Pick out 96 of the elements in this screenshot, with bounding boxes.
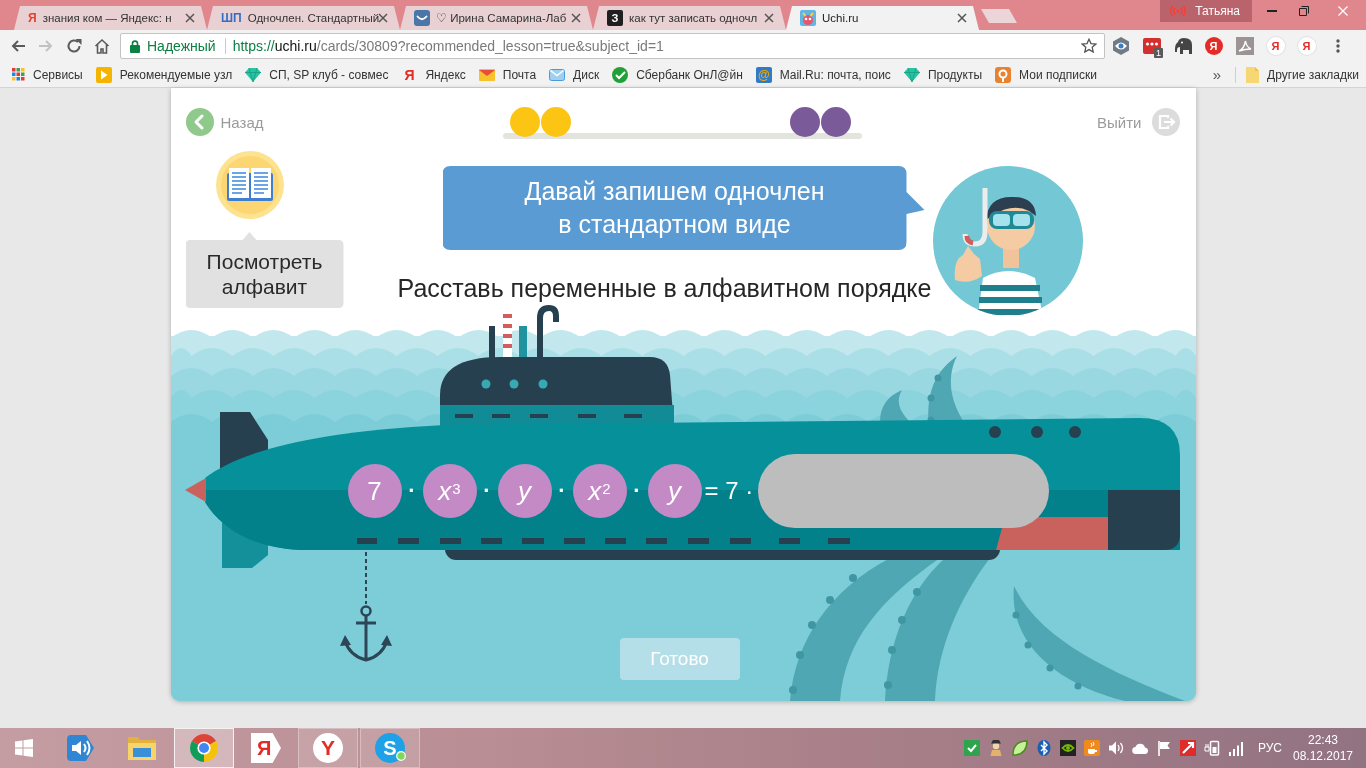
chevron-left-icon	[185, 108, 214, 136]
flag-icon[interactable]	[1155, 740, 1172, 756]
bookmark-item[interactable]: Почта	[472, 63, 543, 86]
bookmark-item[interactable]: СП, SP клуб - совмес	[239, 63, 395, 86]
minimize-icon	[1267, 10, 1277, 12]
folder-icon	[1246, 66, 1260, 83]
status-dot-icon	[396, 751, 406, 761]
bookmark-item[interactable]: @ Mail.Ru: почта, поис	[749, 63, 897, 86]
multiply-sign: ·	[632, 478, 642, 504]
multiply-sign: ·	[407, 478, 417, 504]
book-icon	[215, 151, 284, 219]
multiply-sign: ·	[482, 478, 492, 504]
ring-logo-icon	[189, 733, 219, 763]
instruction-text: Расставь переменные в алфавитном порядке	[397, 273, 932, 303]
browser-tab[interactable]: З как тут записать одночл	[593, 6, 786, 30]
speaker-icon[interactable]	[1107, 740, 1124, 756]
signal-waves-icon	[1170, 5, 1187, 17]
leaf-icon[interactable]	[1011, 740, 1028, 756]
close-icon[interactable]	[378, 13, 388, 23]
bluetooth-icon[interactable]	[1035, 740, 1052, 756]
favicon-letter: З	[607, 10, 623, 26]
close-icon[interactable]	[571, 13, 581, 23]
arrow-tile-icon[interactable]	[1179, 740, 1196, 756]
browser-tab[interactable]: ШП Одночлен. Стандартный	[207, 6, 400, 30]
letter-logo[interactable]: Я	[1204, 37, 1223, 55]
badge-count: 1	[1154, 48, 1163, 58]
gem-icon	[245, 67, 262, 82]
letter-logo: S	[375, 733, 405, 763]
speaker-icon	[65, 733, 95, 763]
close-icon[interactable]	[764, 13, 774, 23]
battery-icon[interactable]	[1203, 740, 1220, 756]
four-panes-icon[interactable]	[15, 739, 33, 757]
eye-icon[interactable]	[1111, 37, 1130, 55]
home-icon[interactable]	[94, 38, 110, 54]
browser-tab[interactable]: ♡ Ирина Самарина-Лаб	[400, 6, 593, 30]
eye-tile-icon[interactable]	[1059, 740, 1076, 756]
favicon-letter: Я	[28, 10, 37, 26]
letter-logo[interactable]: Я	[1266, 37, 1285, 55]
close-icon	[1338, 6, 1348, 16]
dots-tile-icon[interactable]	[1142, 38, 1161, 54]
tentacle-drawing	[879, 390, 910, 422]
bookmark-item[interactable]: Рекомендуемые узл	[89, 63, 239, 86]
elephant-icon[interactable]	[1173, 38, 1192, 54]
bookmark-item[interactable]: Диск	[543, 63, 606, 86]
lock-icon	[130, 39, 140, 53]
favicon-letter: ШП	[221, 10, 242, 26]
clock-time[interactable]: 22:43	[1308, 732, 1338, 748]
restore-icon	[1299, 6, 1309, 16]
taskbar-app-button[interactable]: Y	[298, 728, 358, 768]
site-logo-icon	[800, 10, 816, 26]
url-text: https://uchi.ru/cards/30809?recommended_lesson=true&subject_id=1	[232, 38, 664, 54]
cup-tile-icon[interactable]	[1083, 740, 1100, 756]
browser-tab[interactable]: Uchi.ru	[786, 6, 979, 30]
site-logo-icon	[414, 10, 430, 26]
apps-grid-icon	[12, 68, 25, 81]
browser-tab[interactable]: Я знания ком — Яндекс: н	[14, 6, 207, 30]
signal-icon[interactable]	[1227, 740, 1244, 756]
bookmark-item[interactable]: Продукты	[897, 63, 989, 86]
pin-tile-icon	[995, 66, 1012, 83]
bookmark-item[interactable]: Мои подписки	[989, 63, 1103, 86]
profile-button[interactable]: Татьяна	[1160, 0, 1252, 22]
folder-icon	[127, 734, 157, 762]
overflow-button[interactable]: »	[1206, 66, 1228, 83]
menu-icon[interactable]	[1335, 39, 1340, 53]
triangle-tile-icon	[95, 66, 112, 83]
taskbar-app-button[interactable]: Я	[236, 728, 296, 768]
letter-logo: Я	[251, 733, 281, 763]
favicon-letter: @	[755, 66, 772, 83]
favicon-letter: Я	[403, 66, 416, 83]
letter-logo: Y	[313, 733, 343, 763]
bookmark-item[interactable]: Сервисы	[6, 63, 89, 86]
bookmark-item[interactable]: Сбербанк ОнЛ@йн	[606, 63, 749, 86]
language-indicator[interactable]: РУС	[1247, 741, 1292, 755]
bookmark-item[interactable]: Я Яндекс	[395, 63, 472, 86]
reload-icon[interactable]	[66, 38, 82, 54]
letter-logo[interactable]: Я	[1297, 37, 1316, 55]
star-icon[interactable]	[1081, 38, 1097, 54]
address-bar[interactable]: Надежный https://uchi.ru/cards/30809?recommended_lesson=true&subject_id=1	[120, 33, 1105, 59]
gem-icon	[903, 67, 920, 82]
check-tile-icon[interactable]	[963, 740, 980, 756]
bookmark-folder[interactable]: Другие закладки	[1240, 63, 1365, 86]
check-circle-icon	[612, 66, 629, 83]
envelope-icon	[549, 68, 566, 81]
clock-date[interactable]: 08.12.2017	[1292, 748, 1354, 764]
speech-bubble: Давай запишем одночлен в стандартном виде	[442, 166, 925, 250]
alphabet-button[interactable]: Посмотреть алфавит	[185, 232, 344, 308]
envelope-icon	[478, 68, 495, 81]
curve-tile-icon[interactable]	[1235, 37, 1254, 55]
arrow-left-icon[interactable]	[10, 38, 26, 54]
exit-icon	[1151, 108, 1180, 136]
security-label: Надежный	[147, 38, 216, 54]
taskbar-app-button[interactable]	[174, 728, 234, 768]
close-icon[interactable]	[957, 13, 967, 23]
close-icon[interactable]	[185, 13, 195, 23]
equation-text: = 7 ·	[704, 477, 754, 505]
multiply-sign: ·	[557, 478, 567, 504]
